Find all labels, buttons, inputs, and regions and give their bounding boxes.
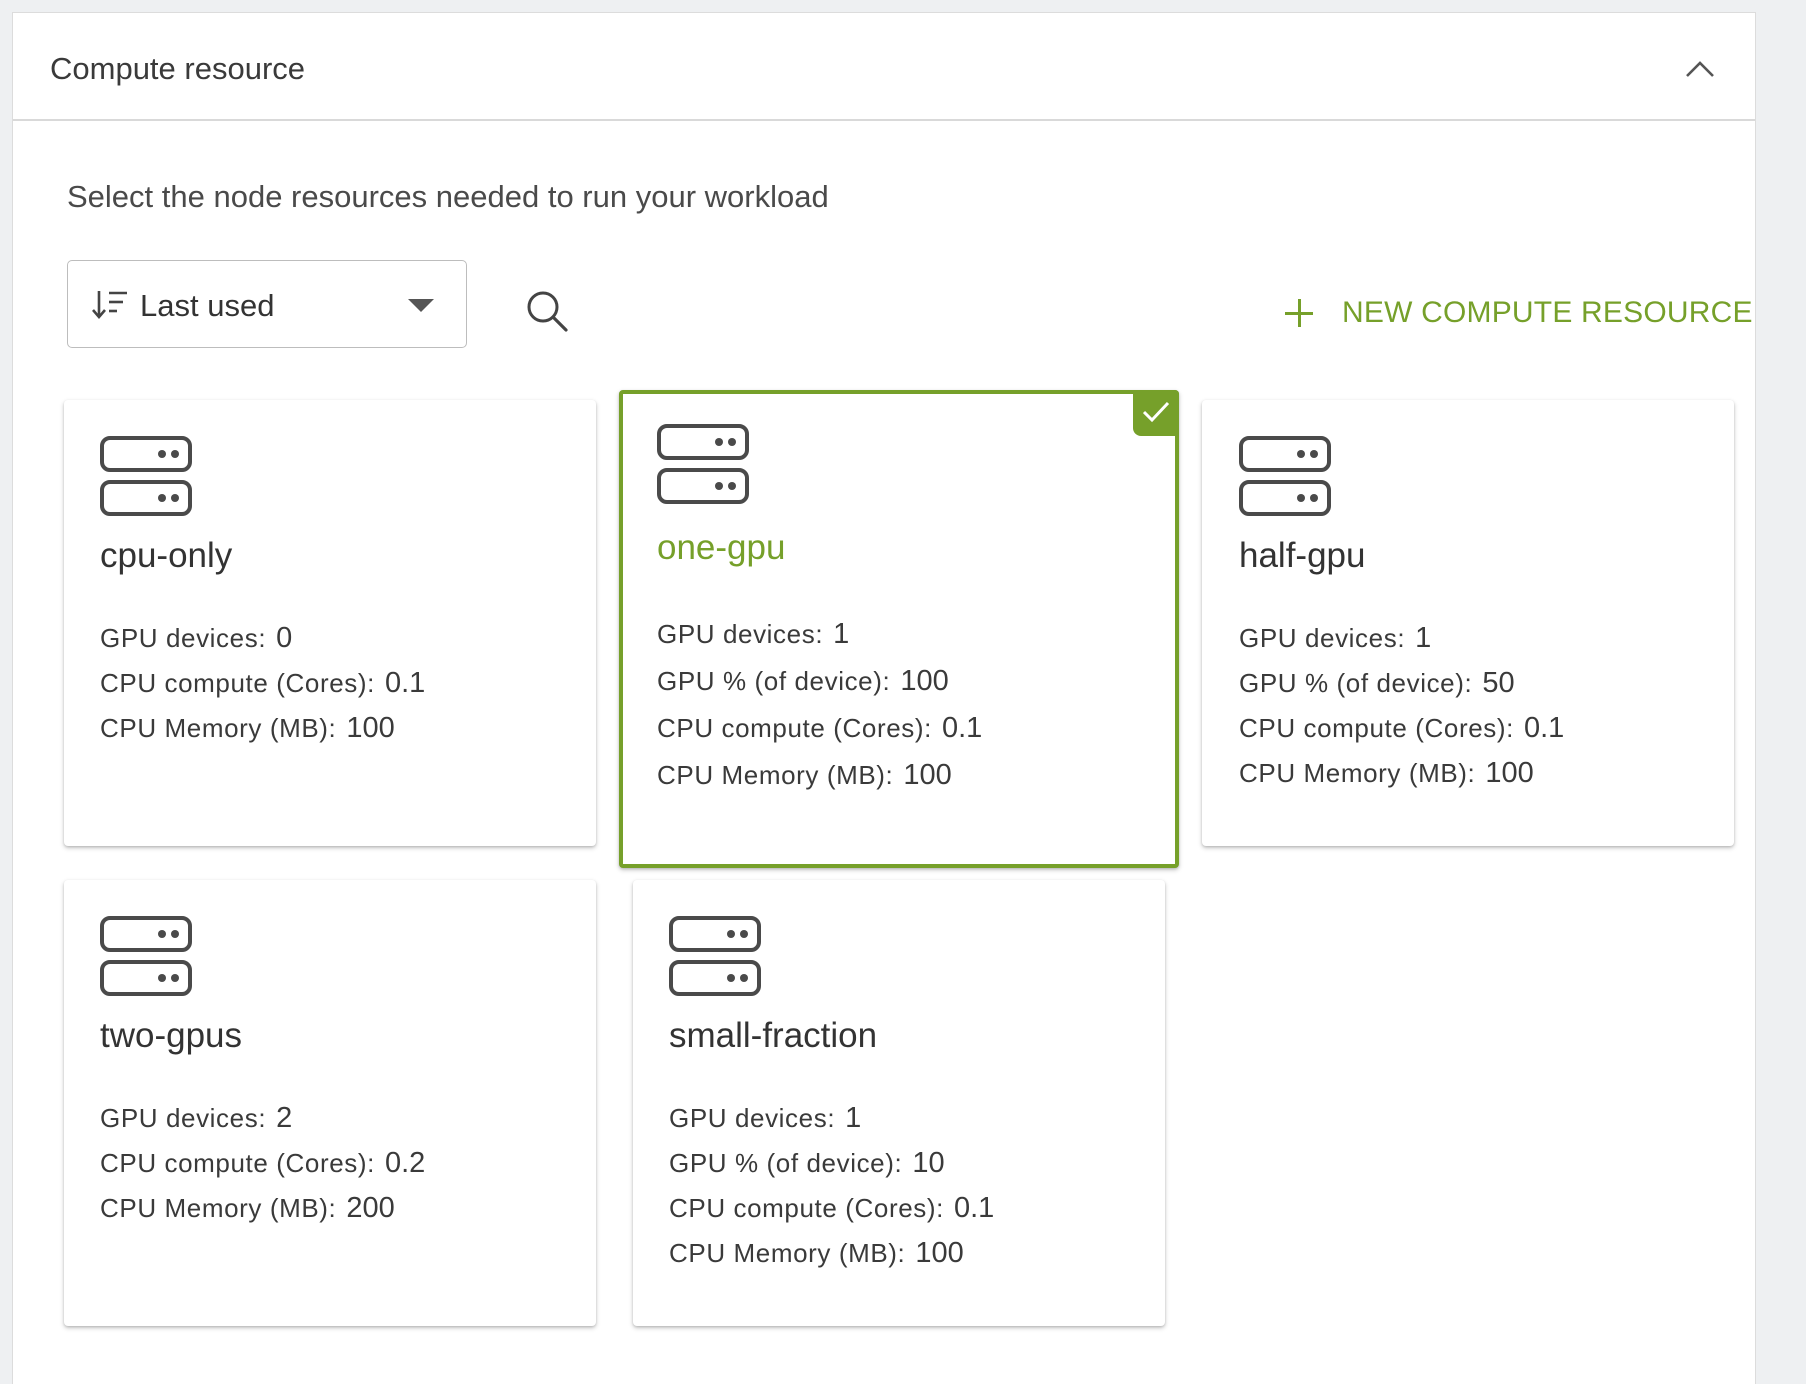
card-specs: GPU devices: 1 GPU % (of device): 10 CPU com… (669, 1096, 994, 1276)
spec-row: GPU devices: 1 (669, 1096, 994, 1141)
spec-value: 100 (1485, 757, 1534, 789)
spec-label: CPU compute (Cores): (1239, 713, 1514, 743)
chevron-up-icon[interactable] (1679, 49, 1721, 91)
caret-down-icon (408, 299, 434, 312)
spec-row: CPU Memory (MB): 100 (669, 1231, 994, 1276)
panel-header[interactable]: Compute resource (13, 13, 1755, 121)
selected-check-icon (1133, 390, 1179, 436)
spec-value: 0.1 (953, 1192, 995, 1224)
spec-row: CPU Memory (MB): 100 (657, 752, 982, 799)
spec-label: GPU devices: (100, 623, 267, 653)
compute-resource-card-small-fraction[interactable]: small-fraction GPU devices: 1 GPU % (of dev… (633, 880, 1165, 1326)
card-specs: GPU devices: 1 GPU % (of device): 100 CPU co… (657, 611, 982, 799)
spec-value: 1 (1415, 622, 1432, 654)
spec-value: 100 (915, 1237, 964, 1269)
spec-value: 2 (276, 1102, 293, 1134)
spec-label: CPU compute (Cores): (100, 668, 375, 698)
card-title: cpu-only (100, 536, 233, 575)
spec-label: GPU devices: (669, 1103, 836, 1133)
spec-label: CPU compute (Cores): (100, 1148, 375, 1178)
spec-row: CPU Memory (MB): 100 (1239, 751, 1564, 796)
spec-row: CPU compute (Cores): 0.2 (100, 1141, 425, 1186)
spec-label: GPU % (of device): (669, 1148, 903, 1178)
spec-row: CPU compute (Cores): 0.1 (1239, 706, 1564, 751)
new-compute-resource-label: NEW COMPUTE RESOURCE (1342, 296, 1753, 329)
spec-value: 10 (912, 1147, 945, 1179)
server-icon (100, 436, 192, 516)
spec-row: GPU % (of device): 50 (1239, 661, 1564, 706)
spec-value: 0 (276, 622, 293, 654)
spec-label: GPU devices: (657, 619, 824, 649)
sort-label: Last used (140, 288, 275, 323)
plus-icon (1285, 299, 1313, 327)
card-title: small-fraction (669, 1016, 878, 1055)
spec-row: GPU devices: 0 (100, 616, 425, 661)
sort-descending-icon (92, 291, 127, 319)
spec-row: GPU devices: 1 (657, 611, 982, 658)
spec-label: GPU devices: (1239, 623, 1406, 653)
panel-title: Compute resource (50, 51, 306, 86)
spec-label: CPU compute (Cores): (669, 1193, 944, 1223)
spec-value: 50 (1482, 667, 1515, 699)
spec-value: 0.1 (384, 667, 426, 699)
spec-label: CPU Memory (MB): (100, 713, 337, 743)
spec-label: GPU % (of device): (657, 666, 891, 696)
spec-row: GPU % (of device): 100 (657, 658, 982, 705)
spec-row: GPU % (of device): 10 (669, 1141, 994, 1186)
new-compute-resource-button[interactable]: NEW COMPUTE RESOURCE (1285, 293, 1753, 333)
spec-row: GPU devices: 2 (100, 1096, 425, 1141)
card-specs: GPU devices: 1 GPU % (of device): 50 CPU com… (1239, 616, 1564, 796)
spec-value: 200 (346, 1192, 395, 1224)
spec-label: CPU Memory (MB): (1239, 758, 1476, 788)
server-icon (657, 424, 749, 504)
card-title: two-gpus (100, 1016, 243, 1055)
compute-resource-card-two-gpus[interactable]: two-gpus GPU devices: 2 CPU compute (Cores)… (64, 880, 596, 1326)
spec-label: GPU % (of device): (1239, 668, 1473, 698)
spec-value: 100 (346, 712, 395, 744)
sort-select[interactable]: Last used (67, 260, 467, 348)
spec-row: CPU compute (Cores): 0.1 (100, 661, 425, 706)
spec-value: 0.1 (941, 712, 983, 744)
spec-row: CPU Memory (MB): 200 (100, 1186, 425, 1231)
spec-label: GPU devices: (100, 1103, 267, 1133)
spec-value: 0.1 (1523, 712, 1565, 744)
compute-resource-card-one-gpu[interactable]: one-gpu GPU devices: 1 GPU % (of device): 10… (619, 390, 1179, 868)
card-title: half-gpu (1239, 536, 1366, 575)
spec-row: CPU Memory (MB): 100 (100, 706, 425, 751)
spec-label: CPU Memory (MB): (657, 760, 894, 790)
spec-label: CPU Memory (MB): (669, 1238, 906, 1268)
compute-resource-card-cpu-only[interactable]: cpu-only GPU devices: 0 CPU compute (Cores)… (64, 400, 596, 846)
server-icon (669, 916, 761, 996)
spec-row: CPU compute (Cores): 0.1 (669, 1186, 994, 1231)
spec-value: 0.2 (384, 1147, 426, 1179)
spec-value: 1 (833, 618, 850, 650)
spec-label: CPU compute (Cores): (657, 713, 932, 743)
spec-value: 100 (900, 665, 949, 697)
card-specs: GPU devices: 0 CPU compute (Cores): 0.1 CPU … (100, 616, 425, 751)
server-icon (100, 916, 192, 996)
spec-label: CPU Memory (MB): (100, 1193, 337, 1223)
card-specs: GPU devices: 2 CPU compute (Cores): 0.2 CPU … (100, 1096, 425, 1231)
search-icon[interactable] (525, 289, 569, 333)
intro-text: Select the node resources needed to run … (67, 179, 829, 214)
spec-row: CPU compute (Cores): 0.1 (657, 705, 982, 752)
spec-value: 100 (903, 759, 952, 791)
compute-resource-panel: Compute resource Select the node resourc… (12, 12, 1756, 1384)
server-icon (1239, 436, 1331, 516)
card-title: one-gpu (657, 528, 786, 567)
compute-resource-card-half-gpu[interactable]: half-gpu GPU devices: 1 GPU % (of device): 5… (1202, 400, 1734, 846)
spec-row: GPU devices: 1 (1239, 616, 1564, 661)
spec-value: 1 (845, 1102, 862, 1134)
